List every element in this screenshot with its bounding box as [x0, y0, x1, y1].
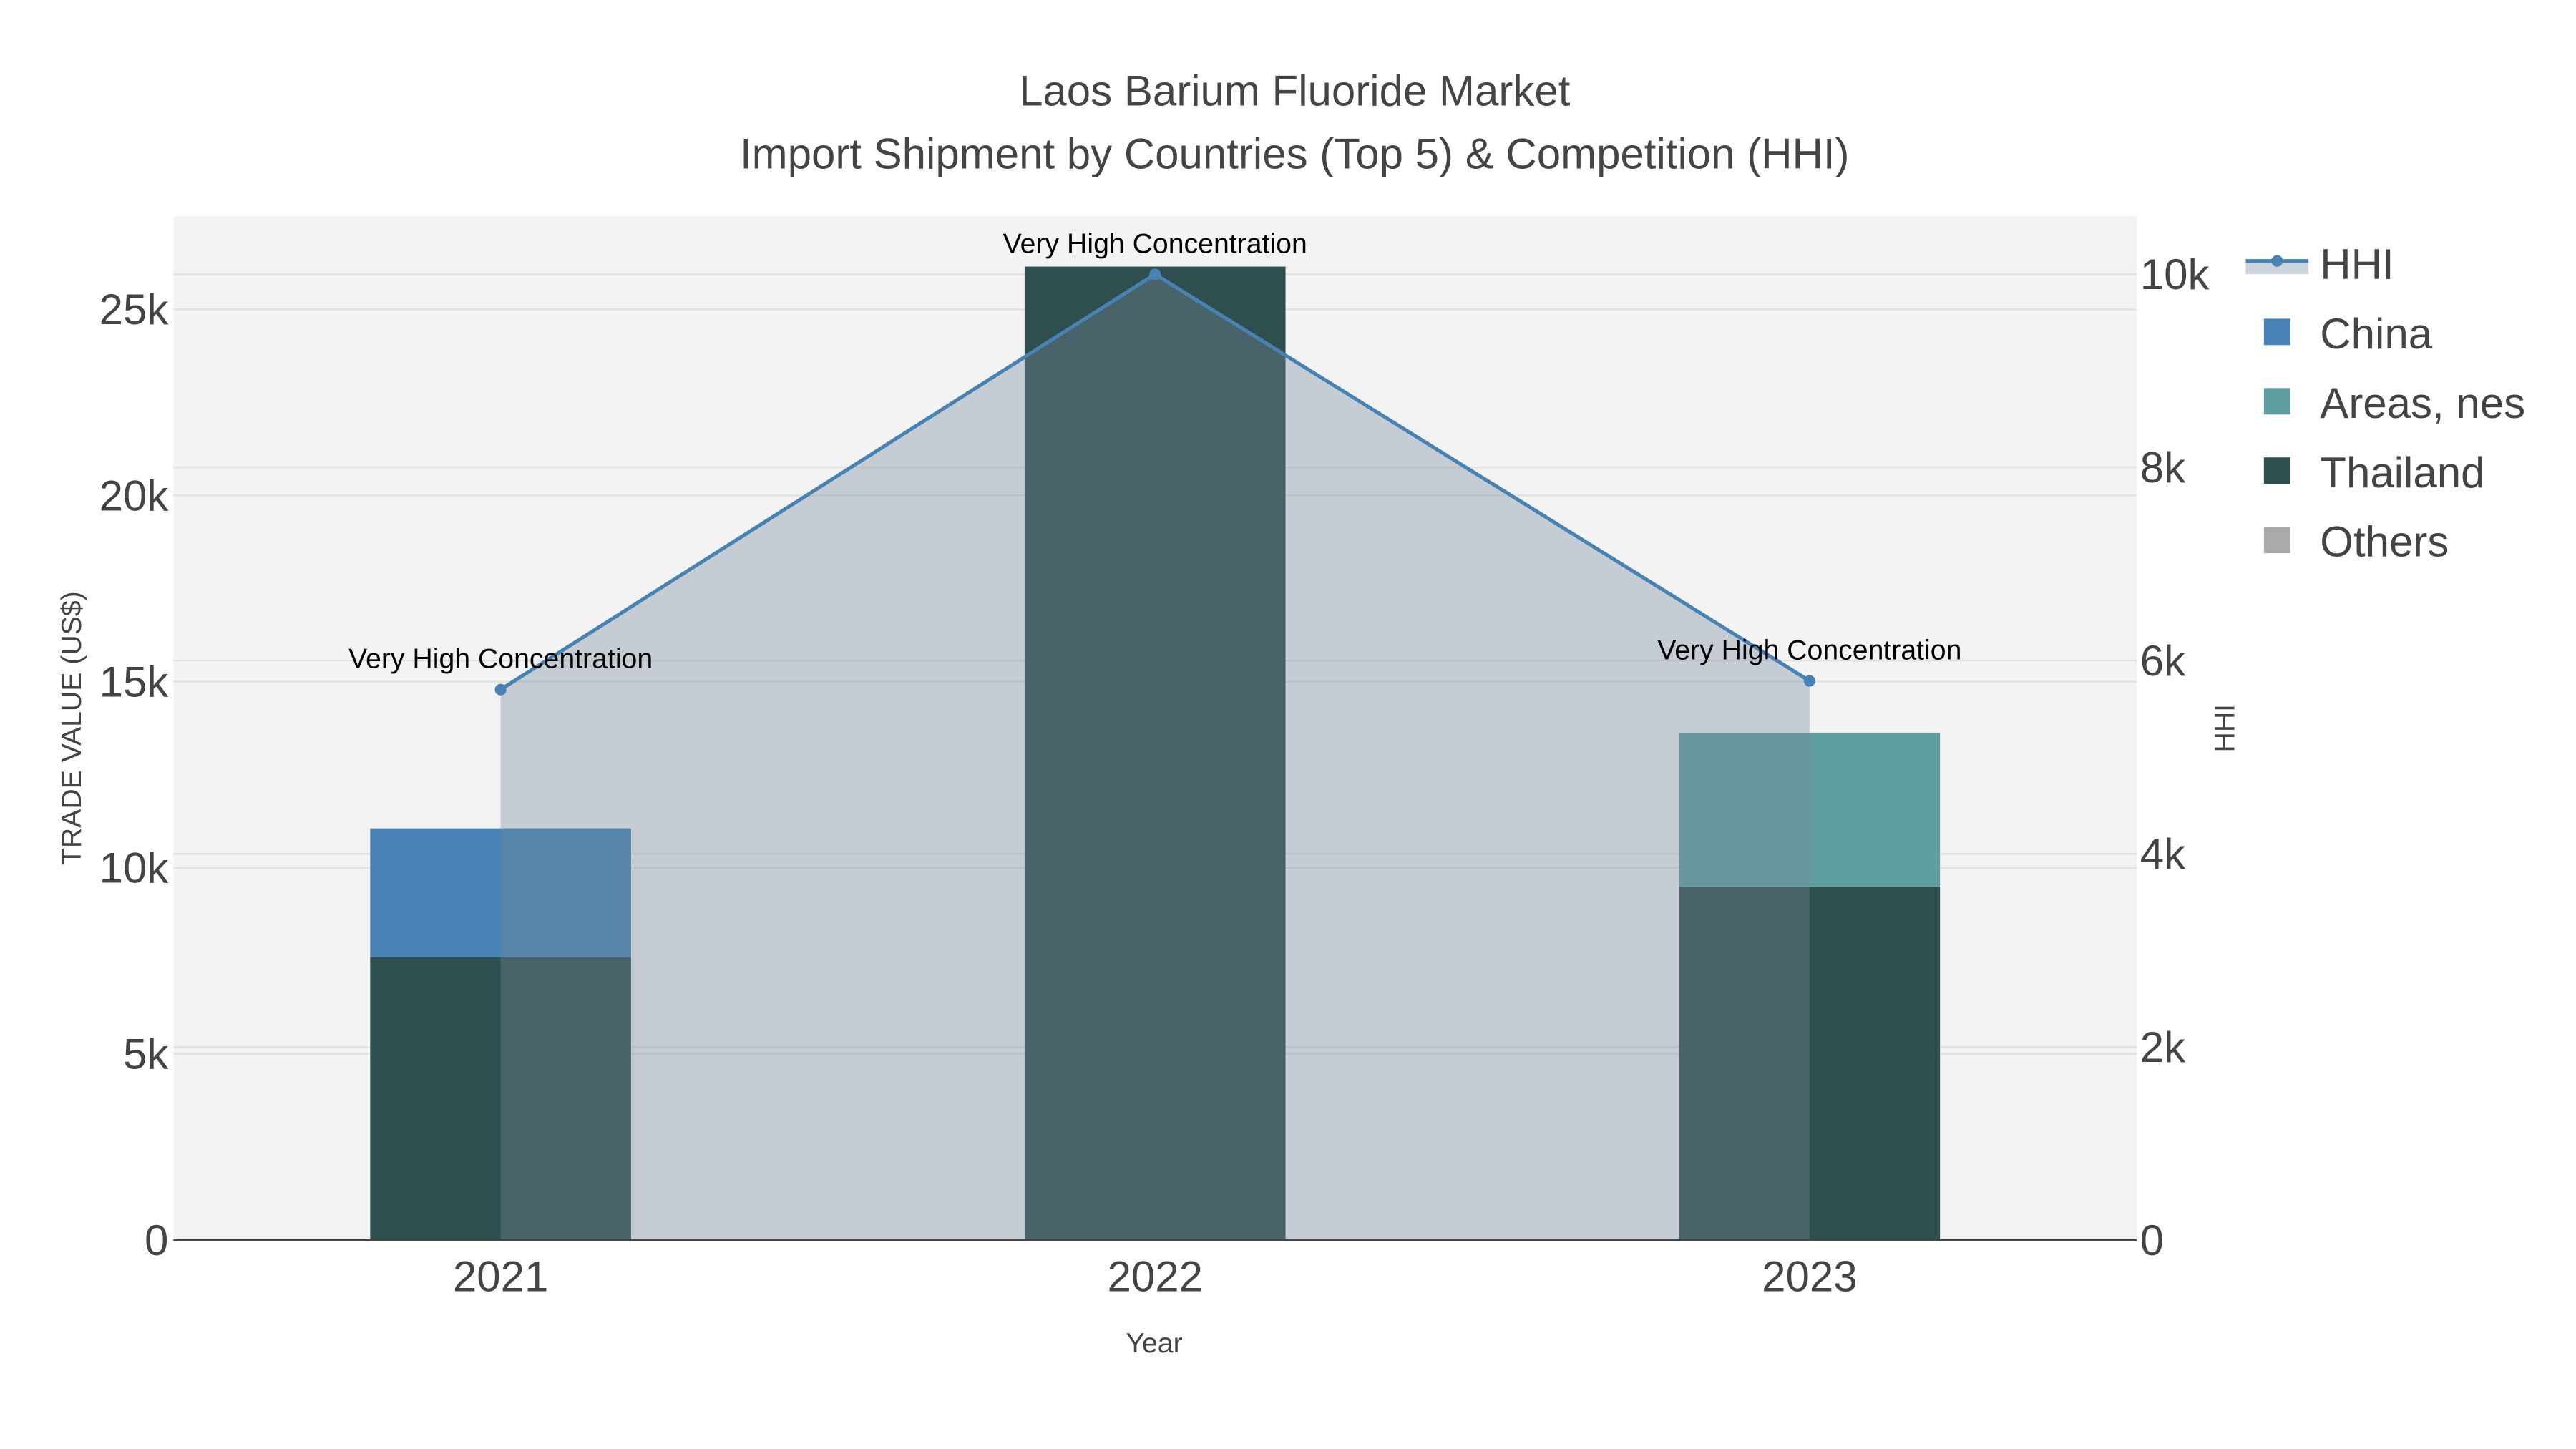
hhi-annotation: Very High Concentration — [1657, 635, 1961, 666]
hhi-annotation: Very High Concentration — [1003, 228, 1307, 259]
x-tick-label: 2021 — [453, 1253, 548, 1301]
y2-tick-label: 10k — [2140, 250, 2210, 298]
hhi-annotation: Very High Concentration — [348, 643, 653, 675]
y-tick-label: 15k — [99, 658, 170, 706]
legend-label: China — [2320, 310, 2432, 358]
legend-swatch-areas-nes — [2263, 388, 2290, 415]
y-tick-label: 25k — [99, 286, 170, 333]
y2-tick-label: 8k — [2140, 444, 2186, 492]
y-tick-label: 0 — [145, 1216, 168, 1264]
y2-axis-title: HHI — [2209, 704, 2240, 753]
legend-label: Others — [2320, 518, 2449, 566]
legend-swatch-china — [2263, 318, 2290, 346]
chart-subtitle: Import Shipment by Countries (Top 5) & C… — [740, 130, 1850, 177]
hhi-point-2023 — [1803, 675, 1815, 687]
hhi-point-2022 — [1149, 268, 1161, 280]
x-axis-title: Year — [1126, 1327, 1182, 1359]
y-tick-label: 20k — [99, 472, 170, 519]
legend-hhi-marker — [2271, 255, 2283, 267]
y2-tick-label: 2k — [2140, 1023, 2186, 1071]
hhi-point-2021 — [494, 683, 507, 696]
x-tick-label: 2023 — [1762, 1253, 1857, 1301]
x-tick-label: 2022 — [1107, 1253, 1202, 1301]
legend-swatch-others — [2263, 527, 2290, 554]
legend-label: Thailand — [2320, 449, 2484, 497]
y2-tick-label: 6k — [2140, 637, 2186, 685]
y-tick-label: 10k — [99, 844, 170, 892]
y-tick-label: 5k — [123, 1030, 169, 1078]
legend-label: HHI — [2320, 240, 2394, 288]
y2-tick-label: 4k — [2140, 830, 2186, 878]
y-axis-title: TRADE VALUE (US$) — [56, 591, 87, 865]
y2-tick-label: 0 — [2140, 1216, 2164, 1264]
legend-label: Areas, nes — [2320, 379, 2525, 427]
chart: Laos Barium Fluoride Market Import Shipm… — [56, 67, 2525, 1359]
legend: HHI China Areas, nes Thailand Others — [2245, 240, 2525, 566]
chart-title: Laos Barium Fluoride Market — [1019, 67, 1571, 115]
legend-swatch-thailand — [2263, 457, 2290, 484]
